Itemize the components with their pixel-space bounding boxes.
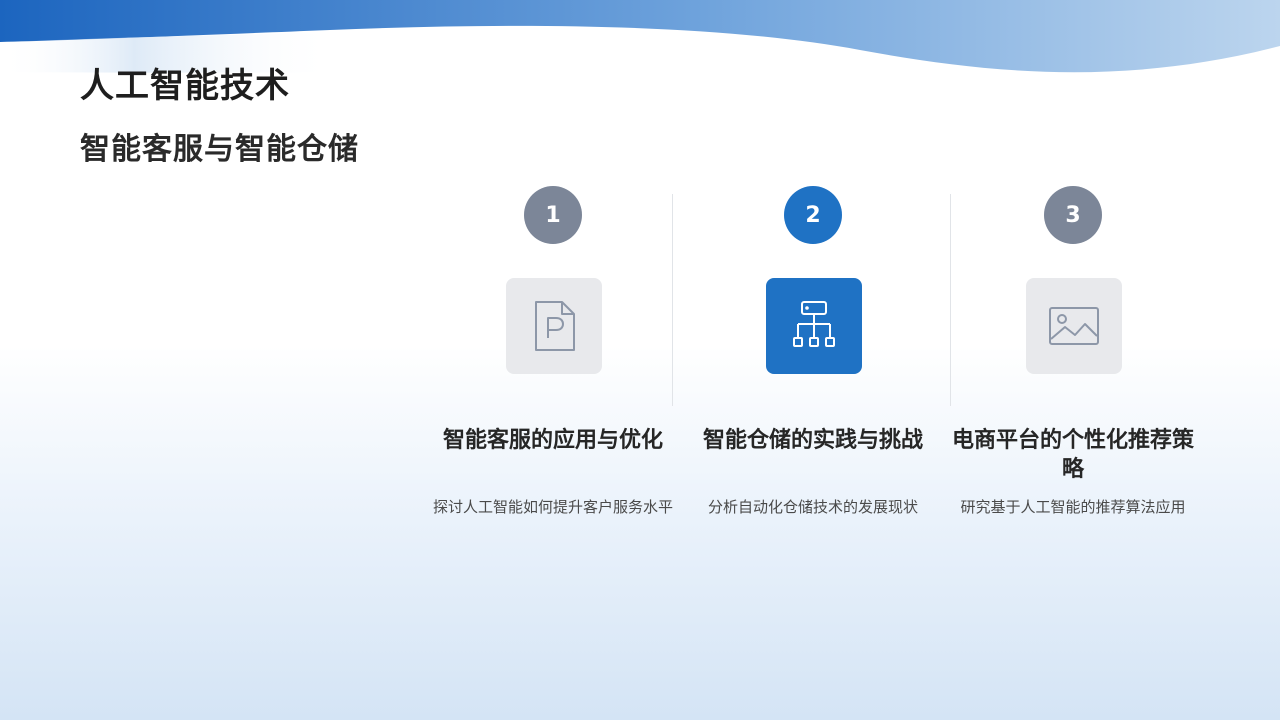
image-icon: [1049, 307, 1099, 345]
step-number-badge: 1: [524, 186, 582, 244]
step-card-1: 1 智能客服的应用与优化 探讨人工智能如何提升客户服务水平: [428, 186, 678, 566]
ppt-file-icon: [535, 301, 575, 351]
page-subtitle: 智能客服与智能仓储: [80, 132, 359, 167]
step-description: 研究基于人工智能的推荐算法应用: [960, 498, 1186, 516]
step-description: 探讨人工智能如何提升客户服务水平: [432, 498, 673, 516]
step-description: 分析自动化仓储技术的发展现状: [707, 498, 918, 516]
step-icon-box: [1026, 278, 1122, 374]
step-card-3: 3 电商平台的个性化推荐策略 研究基于人工智能的推荐算法应用: [948, 186, 1198, 566]
step-card-2: 2 智能仓储的实践与挑战 分析自动化仓储技术的发展现状: [688, 186, 938, 566]
step-title: 电商平台的个性化推荐策略: [951, 428, 1194, 482]
step-icon-box: [766, 278, 862, 374]
step-title: 智能客服的应用与优化: [442, 428, 663, 453]
column-divider: [672, 194, 673, 406]
step-number-badge: 2: [784, 186, 842, 244]
step-number-badge: 3: [1044, 186, 1102, 244]
page-title: 人工智能技术: [80, 66, 290, 106]
hierarchy-tree-icon: [793, 301, 835, 347]
step-icon-box: [506, 278, 602, 374]
step-title: 智能仓储的实践与挑战: [702, 428, 923, 453]
